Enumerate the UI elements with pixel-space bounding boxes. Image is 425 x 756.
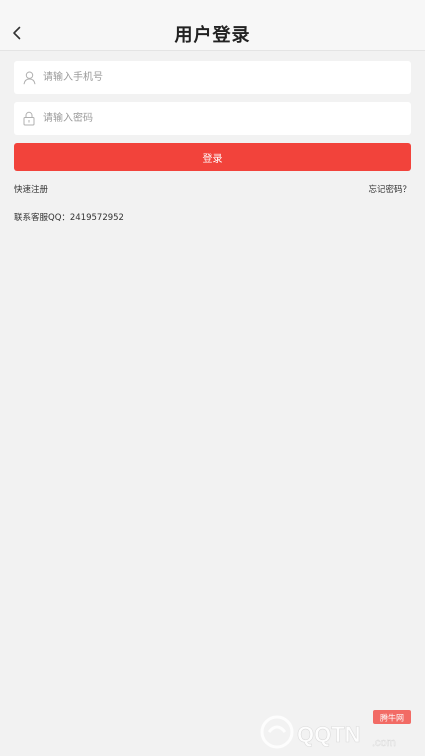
- watermark-suffix-text: .com: [372, 737, 396, 749]
- customer-service-text: 联系客服QQ：2419572952: [14, 213, 124, 223]
- phone-input[interactable]: [43, 61, 411, 94]
- login-form: 登录 快速注册 忘记密码？ 联系客服QQ：2419572952: [0, 51, 425, 223]
- watermark-logo: QQTN .com 腾牛网: [260, 710, 411, 749]
- user-icon: [22, 70, 36, 86]
- login-button[interactable]: 登录: [14, 143, 411, 171]
- page-title: 用户登录: [174, 24, 251, 46]
- watermark-main-text: QQTN: [297, 722, 361, 747]
- nav-bar: 用户登录: [0, 17, 425, 51]
- chevron-left-icon: [13, 26, 21, 40]
- links-row: 快速注册 忘记密码？: [14, 183, 411, 195]
- watermark-small-text: 腾牛网: [380, 713, 404, 723]
- register-link[interactable]: 快速注册: [14, 183, 48, 195]
- password-field[interactable]: [14, 102, 411, 135]
- password-input[interactable]: [43, 102, 411, 135]
- phone-field[interactable]: [14, 61, 411, 94]
- forgot-password-link[interactable]: 忘记密码？: [368, 183, 411, 195]
- status-bar: [0, 0, 425, 17]
- lock-icon: [22, 111, 36, 127]
- back-button[interactable]: [6, 22, 28, 44]
